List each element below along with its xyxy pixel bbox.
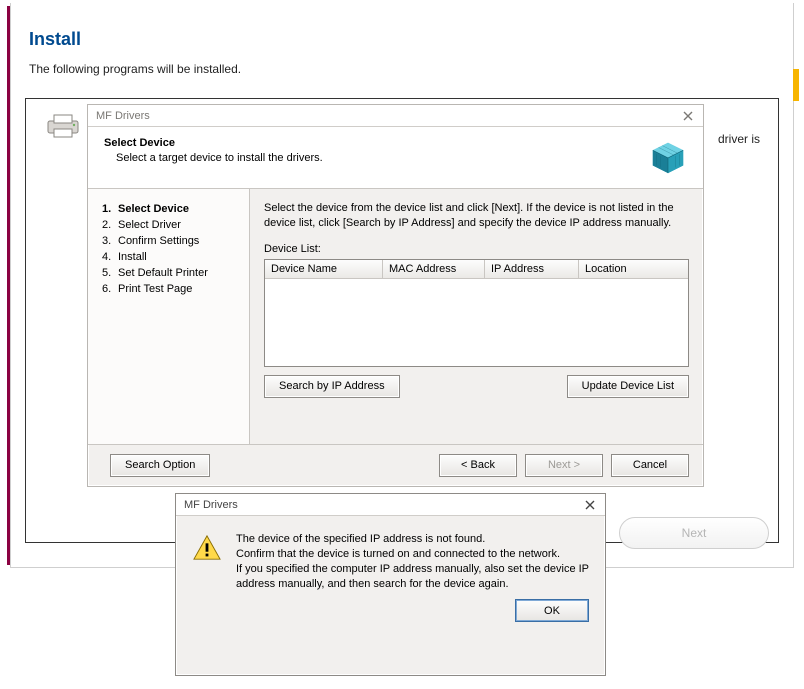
wizard-footer: Search Option < Back Next > Cancel [88, 445, 703, 485]
warning-icon [192, 534, 222, 562]
step-label: Select Device [118, 203, 189, 215]
col-ip-address[interactable]: IP Address [485, 260, 579, 278]
col-device-name[interactable]: Device Name [265, 260, 383, 278]
wizard-main-panel: Select the device from the device list a… [250, 189, 703, 445]
search-by-ip-button[interactable]: Search by IP Address [264, 375, 400, 398]
wizard-step-subtitle: Select a target device to install the dr… [116, 152, 649, 164]
device-list-label: Device List: [264, 243, 689, 255]
wizard-step-list: 1.Select Device 2.Select Driver 3.Confir… [88, 189, 250, 445]
step-set-default-printer: 5.Set Default Printer [102, 267, 241, 279]
instruction-text: Select the device from the device list a… [264, 201, 689, 231]
error-dialog: MF Drivers The device of the specified I… [175, 493, 606, 676]
wizard-window-title: MF Drivers [96, 110, 150, 122]
dialog-window-title: MF Drivers [184, 499, 238, 511]
back-button[interactable]: < Back [439, 454, 517, 477]
close-icon[interactable] [581, 497, 599, 513]
step-label: Install [118, 251, 147, 263]
step-print-test-page: 6.Print Test Page [102, 283, 241, 295]
step-label: Print Test Page [118, 283, 192, 295]
dialog-message: The device of the specified IP address i… [236, 532, 589, 591]
step-confirm-settings: 3.Confirm Settings [102, 235, 241, 247]
installer-next-button[interactable]: Next [619, 517, 769, 549]
step-select-driver: 2.Select Driver [102, 219, 241, 231]
ok-button[interactable]: OK [515, 599, 589, 622]
dialog-titlebar: MF Drivers [176, 494, 605, 516]
step-label: Confirm Settings [118, 235, 199, 247]
wizard-titlebar: MF Drivers [88, 105, 703, 127]
next-button: Next > [525, 454, 603, 477]
col-mac-address[interactable]: MAC Address [383, 260, 485, 278]
wizard-header: Select Device Select a target device to … [88, 127, 703, 189]
step-label: Select Driver [118, 219, 181, 231]
step-select-device: 1.Select Device [102, 203, 241, 215]
wizard-step-title: Select Device [104, 137, 649, 149]
close-icon[interactable] [679, 108, 697, 124]
step-label: Set Default Printer [118, 267, 208, 279]
cancel-button[interactable]: Cancel [611, 454, 689, 477]
search-option-button[interactable]: Search Option [110, 454, 210, 477]
page-subtitle: The following programs will be installed… [29, 62, 793, 76]
driver-wizard-window: MF Drivers Select Device Select a target… [87, 104, 704, 487]
device-list-table[interactable]: Device Name MAC Address IP Address Locat… [264, 259, 689, 367]
page-title: Install [29, 29, 793, 50]
driver-package-icon [649, 137, 687, 175]
decoration [793, 69, 799, 101]
update-device-list-button[interactable]: Update Device List [567, 375, 689, 398]
printer-icon [46, 113, 82, 139]
step-install: 4.Install [102, 251, 241, 263]
table-header: Device Name MAC Address IP Address Locat… [265, 260, 688, 279]
truncated-text: driver is [718, 132, 760, 146]
col-location[interactable]: Location [579, 260, 688, 278]
